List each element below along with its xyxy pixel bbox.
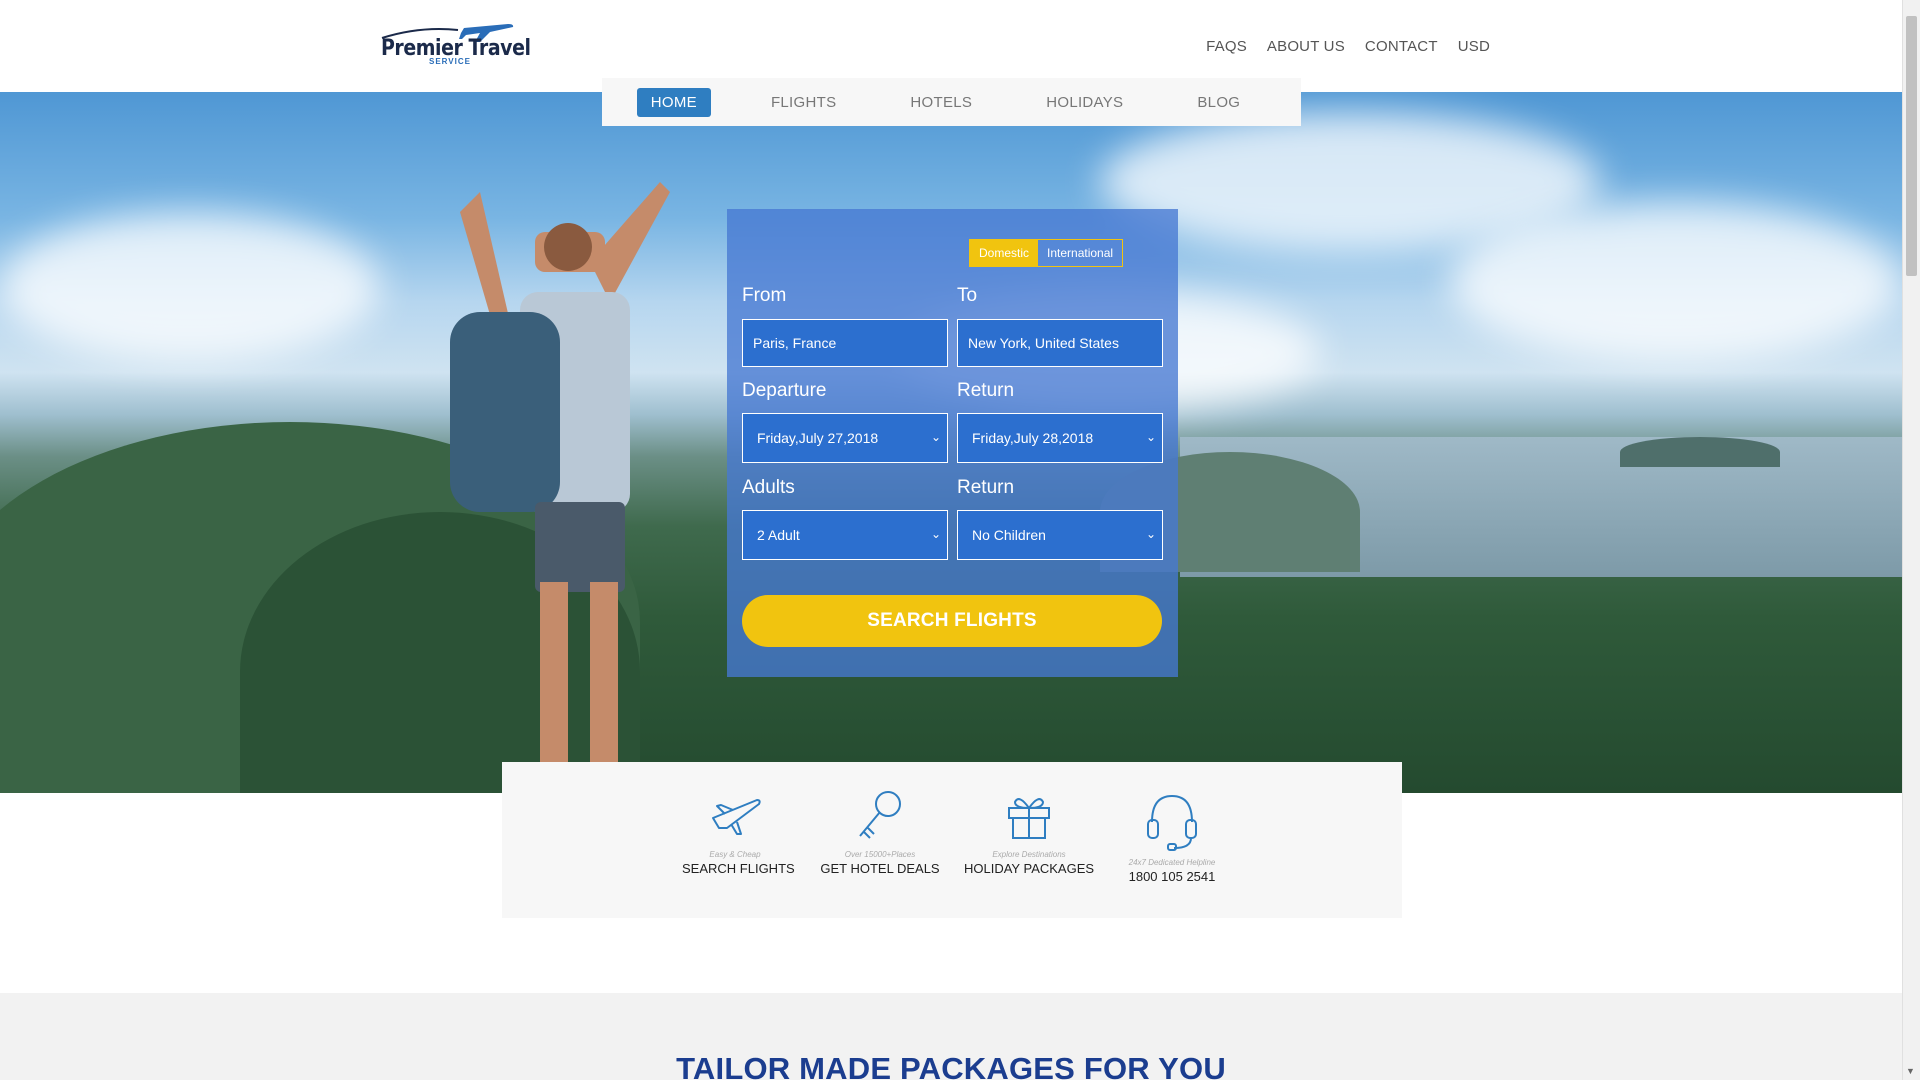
packages-section: TAILOR MADE PACKAGES FOR YOU xyxy=(0,993,1902,1080)
children-value: No Children xyxy=(972,527,1046,543)
domestic-toggle[interactable]: Domestic xyxy=(970,240,1039,266)
feature-helpline-sub: 24x7 Dedicated Helpline xyxy=(1128,858,1216,867)
departure-value: Friday,July 27,2018 xyxy=(757,430,879,446)
main-nav: HOME FLIGHTS HOTELS HOLIDAYS BLOG xyxy=(602,78,1301,126)
adults-select[interactable]: 2 Adult ⌄ xyxy=(742,510,948,560)
search-flights-button[interactable]: SEARCH FLIGHTS xyxy=(742,595,1162,647)
children-select[interactable]: No Children ⌄ xyxy=(957,510,1163,560)
children-label: Return xyxy=(957,477,1015,498)
international-toggle[interactable]: International xyxy=(1038,240,1122,266)
chevron-down-icon: ⌄ xyxy=(1145,430,1156,444)
from-input[interactable]: Paris, France xyxy=(742,319,948,367)
return-select[interactable]: Friday,July 28,2018 ⌄ xyxy=(957,413,1163,463)
feature-search-flights-sub: Easy & Cheap xyxy=(709,850,761,859)
hiker-image xyxy=(450,182,670,792)
section-title: TAILOR MADE PACKAGES FOR YOU xyxy=(676,1051,1226,1080)
feature-helpline-number: 1800 105 2541 xyxy=(1128,869,1216,884)
scroll-down-arrow-icon[interactable]: ▼ xyxy=(1906,1066,1915,1076)
brand-tagline: SERVICE xyxy=(429,57,471,66)
adults-label: Adults xyxy=(742,477,795,498)
return-label: Return xyxy=(957,380,1015,401)
chevron-down-icon: ⌄ xyxy=(1145,527,1156,541)
from-label: From xyxy=(742,285,787,306)
about-us-link[interactable]: ABOUT US xyxy=(1267,38,1345,55)
feature-hotel-deals-sub: Over 15000+Places xyxy=(844,850,916,859)
feature-helpline[interactable]: 24x7 Dedicated Helpline 1800 105 2541 xyxy=(1112,788,1232,884)
nav-home[interactable]: HOME xyxy=(636,87,711,117)
trip-type-toggle: Domestic International xyxy=(969,239,1124,267)
key-icon xyxy=(859,791,901,839)
feature-hotel-deals-title: GET HOTEL DEALS xyxy=(820,861,940,876)
feature-holiday-packages-sub: Explore Destinations xyxy=(992,850,1066,859)
return-value: Friday,July 28,2018 xyxy=(972,430,1094,446)
flight-search-panel: Domestic International From To Paris, Fr… xyxy=(727,209,1178,677)
departure-select[interactable]: Friday,July 27,2018 ⌄ xyxy=(742,413,948,463)
feature-search-flights-title: SEARCH FLIGHTS xyxy=(682,861,795,876)
contact-link[interactable]: CONTACT xyxy=(1365,38,1438,55)
feature-holiday-packages[interactable]: Explore Destinations HOLIDAY PACKAGES xyxy=(964,788,1094,876)
currency-selector[interactable]: USD xyxy=(1458,38,1490,55)
to-input[interactable]: New York, United States xyxy=(957,319,1163,367)
feature-hotel-deals[interactable]: Over 15000+Places GET HOTEL DEALS xyxy=(820,788,940,876)
chevron-down-icon: ⌄ xyxy=(930,527,941,541)
top-links: FAQS ABOUT US CONTACT USD xyxy=(1206,38,1490,55)
nav-flights[interactable]: FLIGHTS xyxy=(757,88,850,117)
gift-icon xyxy=(1008,798,1050,839)
nav-blog[interactable]: BLOG xyxy=(1183,88,1254,117)
departure-label: Departure xyxy=(742,380,827,401)
airplane-icon xyxy=(712,799,761,835)
adults-value: 2 Adult xyxy=(757,527,800,543)
brand-logo[interactable]: Premier Travel SERVICE xyxy=(380,18,531,68)
feature-search-flights[interactable]: Easy & Cheap SEARCH FLIGHTS xyxy=(682,788,795,876)
headset-icon xyxy=(1147,794,1197,851)
nav-hotels[interactable]: HOTELS xyxy=(896,88,986,117)
to-label: To xyxy=(957,285,978,306)
features-strip: Easy & Cheap SEARCH FLIGHTS Over 15000+P… xyxy=(502,762,1402,918)
nav-holidays[interactable]: HOLIDAYS xyxy=(1032,88,1137,117)
page-scrollbar[interactable]: ▼ xyxy=(1902,0,1920,1080)
feature-holiday-packages-title: HOLIDAY PACKAGES xyxy=(964,861,1095,876)
chevron-down-icon: ⌄ xyxy=(930,430,941,444)
scrollbar-thumb[interactable] xyxy=(1906,16,1917,276)
faqs-link[interactable]: FAQS xyxy=(1206,38,1247,55)
